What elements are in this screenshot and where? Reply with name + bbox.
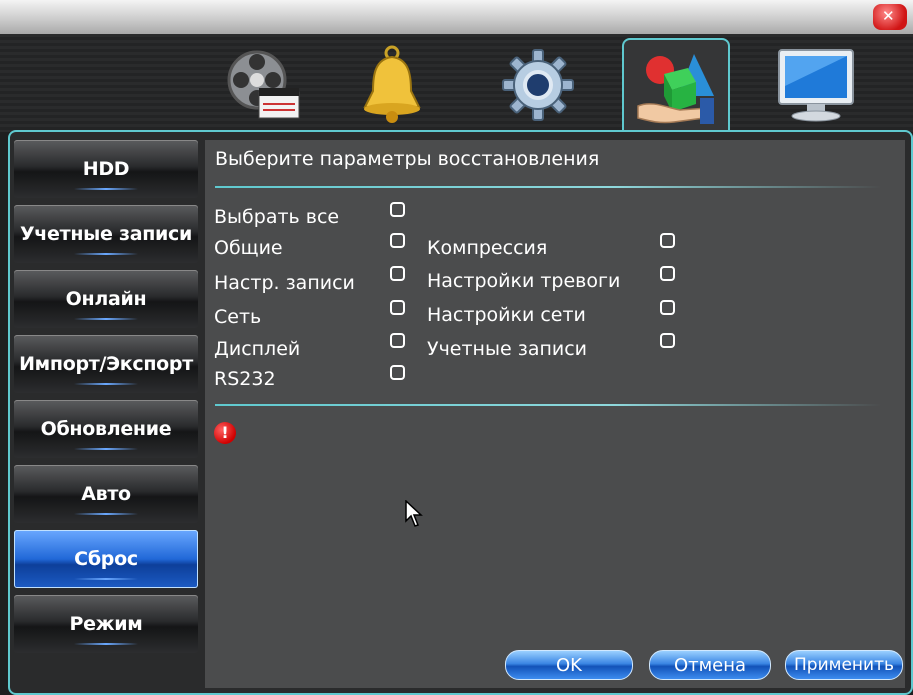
main-panel: Выберите параметры восстановления Выбрат… bbox=[205, 140, 905, 688]
sidebar-item-label: HDD bbox=[82, 158, 130, 180]
sidebar-item-label: Сброс bbox=[74, 548, 138, 570]
checkbox-alarm-settings[interactable] bbox=[660, 266, 675, 281]
page-title: Выберите параметры восстановления bbox=[215, 148, 600, 170]
sidebar-item-label: Режим bbox=[69, 613, 143, 635]
bell-icon bbox=[363, 45, 421, 123]
film-reel-icon bbox=[227, 50, 300, 119]
checkbox-rs232[interactable] bbox=[390, 365, 405, 380]
gear-icon bbox=[502, 49, 574, 121]
sidebar-item-update[interactable]: Обновление bbox=[14, 400, 198, 458]
option-label-accounts: Учетные записи bbox=[427, 338, 588, 360]
checkbox-compression[interactable] bbox=[660, 233, 675, 248]
sidebar-item-label: Обновление bbox=[40, 418, 172, 440]
ok-button[interactable]: OK bbox=[505, 650, 633, 680]
sidebar-item-auto[interactable]: Авто bbox=[14, 465, 198, 523]
option-label-record-settings: Настр. записи bbox=[214, 272, 355, 294]
sidebar-item-hdd[interactable]: HDD bbox=[14, 140, 198, 198]
tab-record[interactable] bbox=[210, 42, 314, 128]
tab-alarm[interactable] bbox=[340, 42, 444, 128]
apply-button[interactable]: Применить bbox=[785, 650, 903, 680]
mouse-cursor-icon bbox=[405, 500, 423, 527]
checkbox-display[interactable] bbox=[390, 333, 405, 348]
checkbox-general[interactable] bbox=[390, 233, 405, 248]
option-label-network-settings: Настройки сети bbox=[427, 304, 586, 326]
cancel-button[interactable]: Отмена bbox=[649, 650, 771, 680]
monitor-icon bbox=[778, 49, 854, 122]
tab-bar bbox=[0, 34, 913, 136]
option-label-display: Дисплей bbox=[214, 338, 301, 360]
sidebar: HDD Учетные записи Онлайн Импорт/Экспорт… bbox=[14, 140, 198, 660]
sidebar-item-label: Авто bbox=[81, 483, 131, 505]
checkbox-accounts[interactable] bbox=[660, 333, 675, 348]
sidebar-item-accounts[interactable]: Учетные записи bbox=[14, 205, 198, 263]
sidebar-item-label: Импорт/Экспорт bbox=[19, 353, 193, 375]
option-label-network: Сеть bbox=[214, 306, 262, 328]
select-all-checkbox[interactable] bbox=[390, 202, 405, 217]
sidebar-item-mode[interactable]: Режим bbox=[14, 595, 198, 653]
checkbox-network[interactable] bbox=[390, 300, 405, 315]
title-bar bbox=[0, 0, 913, 34]
tab-system[interactable] bbox=[486, 42, 590, 128]
sidebar-item-label: Онлайн bbox=[65, 288, 147, 310]
sidebar-item-online[interactable]: Онлайн bbox=[14, 270, 198, 328]
select-all-label: Выбрать все bbox=[214, 206, 340, 228]
sidebar-item-reset[interactable]: Сброс bbox=[14, 530, 198, 588]
warning-icon: ! bbox=[214, 422, 236, 444]
divider bbox=[215, 404, 881, 406]
shapes-hand-icon bbox=[637, 54, 714, 124]
checkbox-record-settings[interactable] bbox=[390, 266, 405, 281]
option-label-rs232: RS232 bbox=[214, 368, 276, 390]
option-label-compression: Компрессия bbox=[427, 237, 548, 259]
tab-info[interactable] bbox=[764, 42, 868, 128]
close-icon[interactable] bbox=[873, 4, 907, 30]
option-label-alarm-settings: Настройки тревоги bbox=[427, 270, 621, 292]
option-label-general: Общие bbox=[214, 237, 283, 259]
divider bbox=[215, 186, 881, 188]
checkbox-network-settings[interactable] bbox=[660, 300, 675, 315]
tab-tools[interactable] bbox=[622, 38, 730, 136]
sidebar-item-label: Учетные записи bbox=[19, 223, 193, 245]
sidebar-item-import-export[interactable]: Импорт/Экспорт bbox=[14, 335, 198, 393]
